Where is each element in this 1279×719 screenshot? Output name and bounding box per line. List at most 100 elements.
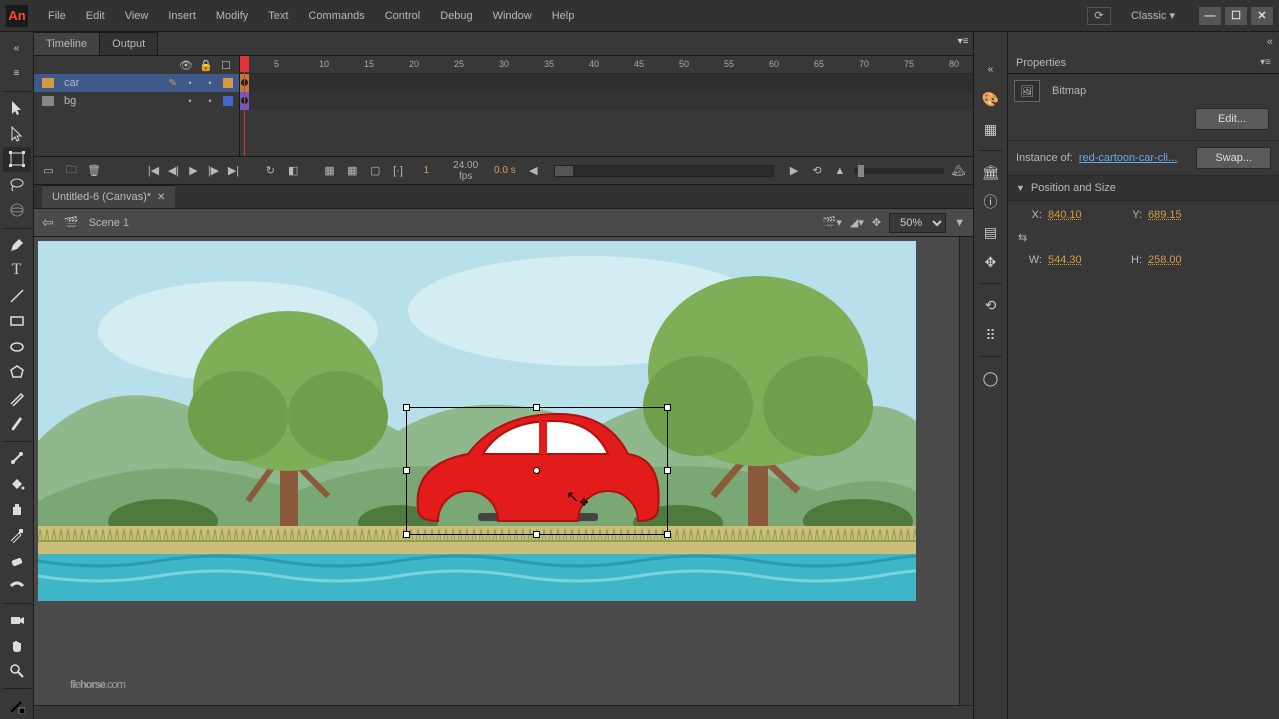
new-layer-icon[interactable]: ▭ <box>40 162 57 180</box>
fps-field[interactable]: 24.00 fps <box>446 160 484 182</box>
lasso-tool-icon[interactable] <box>3 173 31 198</box>
stroke-color-swatch[interactable] <box>3 693 31 718</box>
menu-insert[interactable]: Insert <box>158 4 206 28</box>
free-transform-tool-icon[interactable] <box>3 147 31 172</box>
menu-control[interactable]: Control <box>375 4 430 28</box>
layer-lock-icon[interactable]: 🔒 <box>199 59 213 72</box>
text-tool-icon[interactable]: T <box>3 258 31 283</box>
stage-horizontal-scrollbar[interactable] <box>34 705 973 719</box>
current-frame-field[interactable]: 1 <box>412 165 440 176</box>
zoom-timeline-out-icon[interactable]: ▲ <box>831 162 848 180</box>
instance-name-link[interactable]: red-cartoon-car-cli... <box>1079 152 1190 164</box>
collapse-panel-icon[interactable]: « <box>3 36 31 61</box>
ink-bottle-tool-icon[interactable] <box>3 497 31 522</box>
edit-bitmap-button[interactable]: Edit... <box>1195 108 1269 130</box>
delete-layer-icon[interactable]: 🗑 <box>86 162 103 180</box>
tab-output[interactable]: Output <box>100 32 158 55</box>
handle-nw[interactable] <box>403 404 410 411</box>
pencil-tool-icon[interactable] <box>3 386 31 411</box>
zoom-tool-icon[interactable] <box>3 659 31 684</box>
zoom-dropdown-icon[interactable]: ▼ <box>954 217 965 229</box>
eyedropper-tool-icon[interactable] <box>3 522 31 547</box>
handle-se[interactable] <box>664 531 671 538</box>
library-panel-icon[interactable]: 🏛 <box>978 159 1004 185</box>
y-field[interactable]: 689.15 <box>1148 209 1218 221</box>
scroll-right-icon[interactable]: ▶ <box>786 162 803 180</box>
edit-symbol-icon[interactable]: ◢▾ <box>850 216 864 229</box>
handle-s[interactable] <box>533 531 540 538</box>
layer-row-car[interactable]: car ✎ •• <box>34 74 239 92</box>
onion-skin-outlines-icon[interactable]: ▦ <box>321 162 338 180</box>
edit-scene-icon[interactable]: 🎬▾ <box>823 216 842 229</box>
paint-bucket-tool-icon[interactable] <box>3 471 31 496</box>
layer-outline-icon[interactable]: ☐ <box>219 59 233 72</box>
zoom-timeline-in-icon[interactable]: 🏔 <box>950 162 967 180</box>
workspace-switcher[interactable]: Classic ▾ <box>1123 5 1183 26</box>
step-back-icon[interactable]: ◀| <box>164 162 182 180</box>
h-field[interactable]: 258.00 <box>1148 254 1218 266</box>
handle-n[interactable] <box>533 404 540 411</box>
panel-menu-icon[interactable]: ≡ <box>3 62 31 87</box>
3d-rotation-tool-icon[interactable] <box>3 198 31 223</box>
step-forward-icon[interactable]: |▶ <box>204 162 222 180</box>
timeline-track-bg[interactable] <box>240 92 973 110</box>
brush-tool-icon[interactable] <box>3 411 31 436</box>
tab-timeline[interactable]: Timeline <box>34 32 100 55</box>
play-icon[interactable]: ▶ <box>184 162 202 180</box>
pen-tool-icon[interactable] <box>3 233 31 258</box>
panel-collapse-icon[interactable]: ▾≡ <box>953 28 973 54</box>
oval-tool-icon[interactable] <box>3 335 31 360</box>
span-based-icon[interactable]: ⟲ <box>809 162 826 180</box>
new-folder-icon[interactable]: 🗀 <box>63 162 80 180</box>
position-size-section-header[interactable]: ▼ Position and Size <box>1008 176 1279 201</box>
panel-menu-icon[interactable]: ▾≡ <box>1260 57 1271 68</box>
window-maximize-icon[interactable]: ☐ <box>1225 7 1247 25</box>
stage-canvas[interactable]: ↖✥ <box>38 241 916 601</box>
collapse-toggle-icon[interactable]: « <box>978 56 1004 82</box>
creative-cloud-icon[interactable]: ◯ <box>978 365 1004 391</box>
timeline-frames-area[interactable]: 15101520253035404550556065707580859095 <box>240 56 973 156</box>
swatches-panel-icon[interactable]: ▦ <box>978 116 1004 142</box>
onion-markers-icon[interactable]: ▢ <box>367 162 384 180</box>
timeline-scrollbar[interactable] <box>554 165 774 177</box>
edit-back-icon[interactable]: ⇦ <box>42 214 54 231</box>
menu-modify[interactable]: Modify <box>206 4 258 28</box>
menu-window[interactable]: Window <box>483 4 542 28</box>
info-panel-icon[interactable]: ⓘ <box>978 189 1004 215</box>
sync-settings-icon[interactable]: ⟳ <box>1087 7 1111 25</box>
menu-edit[interactable]: Edit <box>76 4 115 28</box>
polystar-tool-icon[interactable] <box>3 360 31 385</box>
swap-button[interactable]: Swap... <box>1196 147 1271 169</box>
document-tab[interactable]: Untitled-6 (Canvas)* ✕ <box>42 185 175 208</box>
stage-area[interactable]: ↖✥ filehorse.com <box>34 237 973 705</box>
handle-e[interactable] <box>664 467 671 474</box>
center-frame-icon[interactable]: [·] <box>390 162 407 180</box>
loop-icon[interactable]: ↻ <box>262 162 279 180</box>
window-close-icon[interactable]: ✕ <box>1251 7 1273 25</box>
menu-debug[interactable]: Debug <box>430 4 482 28</box>
window-minimize-icon[interactable]: — <box>1199 7 1221 25</box>
center-stage-icon[interactable]: ✥ <box>872 216 881 229</box>
x-field[interactable]: 840.10 <box>1048 209 1118 221</box>
handle-sw[interactable] <box>403 531 410 538</box>
go-first-frame-icon[interactable]: |◀ <box>144 162 162 180</box>
transform-selection[interactable] <box>406 407 668 535</box>
document-tab-close-icon[interactable]: ✕ <box>157 192 165 203</box>
menu-text[interactable]: Text <box>258 4 298 28</box>
eraser-tool-icon[interactable] <box>3 548 31 573</box>
edit-multiple-frames-icon[interactable]: ▦ <box>344 162 361 180</box>
zoom-dropdown[interactable]: 50% <box>889 213 946 233</box>
go-last-frame-icon[interactable]: ▶| <box>224 162 242 180</box>
panel-collapse-icon[interactable]: « <box>1267 36 1273 48</box>
transform-panel-icon[interactable]: ✥ <box>978 249 1004 275</box>
subselection-tool-icon[interactable] <box>3 122 31 147</box>
cc-libraries-icon[interactable]: ⟲ <box>978 292 1004 318</box>
transform-center-point[interactable] <box>533 467 540 474</box>
selection-tool-icon[interactable] <box>3 96 31 121</box>
scene-name[interactable]: Scene 1 <box>89 217 129 229</box>
line-tool-icon[interactable] <box>3 284 31 309</box>
stage-vertical-scrollbar[interactable] <box>959 237 973 705</box>
layer-visibility-icon[interactable]: 👁 <box>179 59 193 72</box>
layer-row-bg[interactable]: bg •• <box>34 92 239 110</box>
scroll-left-icon[interactable]: ◀ <box>525 162 542 180</box>
